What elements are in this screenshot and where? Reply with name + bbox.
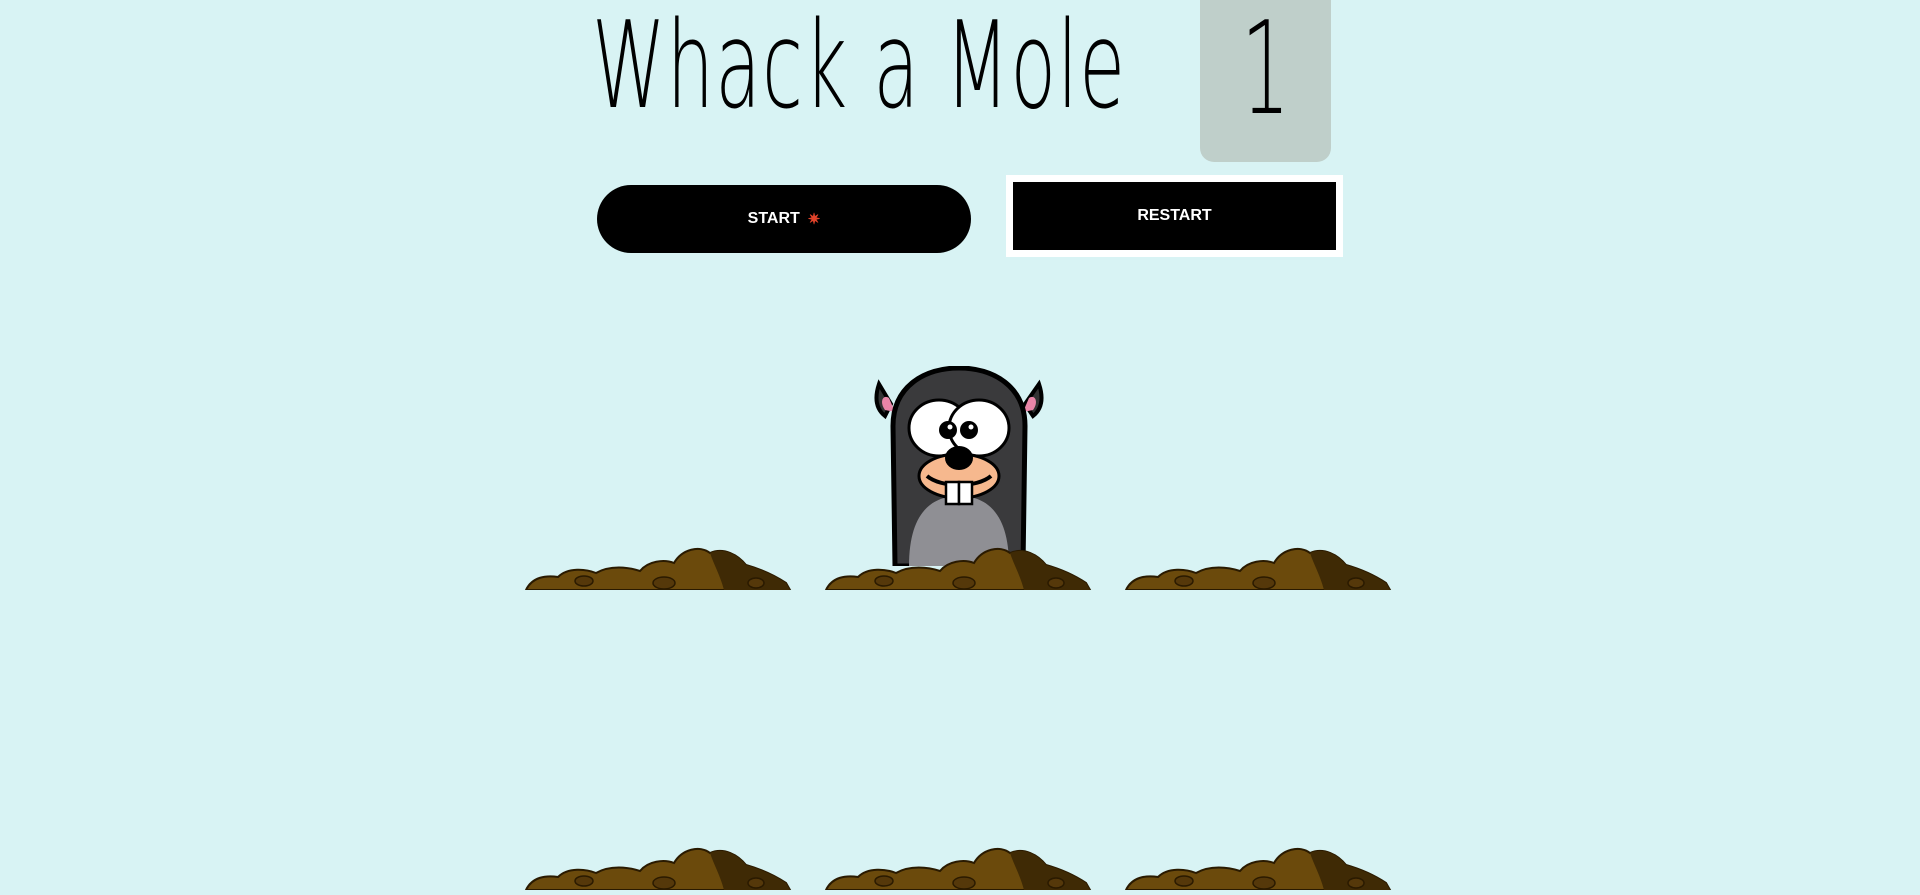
score-box: 1 bbox=[1200, 0, 1331, 162]
dirt-mound-icon bbox=[524, 847, 792, 890]
dirt-mound-icon bbox=[824, 847, 1092, 890]
dirt-mound-icon bbox=[1124, 847, 1392, 890]
mole-hole[interactable] bbox=[824, 290, 1094, 590]
start-button-label: START bbox=[747, 210, 800, 227]
mole-hole[interactable] bbox=[524, 590, 794, 890]
dirt-mound-icon bbox=[1124, 547, 1392, 590]
restart-button-label: RESTART bbox=[1137, 207, 1212, 224]
restart-button[interactable]: RESTART bbox=[1013, 182, 1336, 250]
mole-hole[interactable] bbox=[824, 590, 1094, 890]
start-button[interactable]: START ✷ bbox=[597, 185, 971, 253]
game-page: Whack a Mole 1 START ✷ RESTART bbox=[0, 0, 1920, 895]
restart-button-frame: RESTART bbox=[1006, 175, 1343, 257]
mole-hole[interactable] bbox=[524, 290, 794, 590]
dirt-mound-icon bbox=[524, 547, 792, 590]
score-value: 1 bbox=[1241, 0, 1290, 144]
mole-hole[interactable] bbox=[1124, 290, 1394, 590]
mole-hole[interactable] bbox=[1124, 590, 1394, 890]
game-title: Whack a Mole bbox=[592, 0, 1127, 136]
dirt-mound-icon bbox=[824, 547, 1092, 590]
explosion-icon: ✷ bbox=[807, 211, 821, 228]
